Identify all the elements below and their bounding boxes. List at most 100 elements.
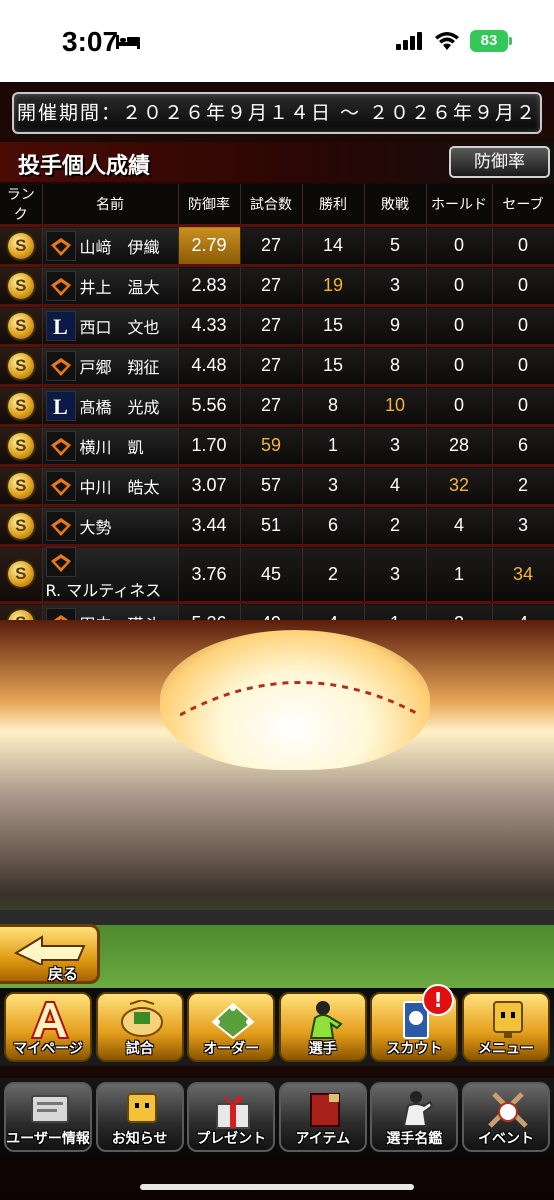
holds-cell: 0: [426, 224, 493, 266]
table-row[interactable]: S R. マルティネス 3.76 45 2 3 1 34: [0, 544, 554, 603]
nav-present-label: プレゼント: [196, 1131, 267, 1147]
home-indicator: [140, 1184, 414, 1190]
nav-present-button[interactable]: プレゼント: [187, 1082, 276, 1152]
holds-cell: 0: [426, 344, 493, 386]
wins-cell: 1: [302, 424, 365, 466]
player-name: 横川 凱: [79, 437, 144, 457]
nav-user-info-label: ユーザー情報: [6, 1131, 90, 1147]
sleep-focus-icon: [116, 35, 140, 49]
losses-cell: 3: [364, 264, 427, 306]
table-row[interactable]: S L 西口 文也 4.33 27 15 9 0 0: [0, 304, 554, 346]
holds-cell: 0: [426, 384, 493, 426]
header-holds[interactable]: ホールド: [426, 184, 493, 226]
losses-cell: 3: [364, 544, 427, 603]
team-giants-logo-icon: [45, 470, 76, 501]
table-row[interactable]: S 中川 皓太 3.07 57 3 4 32 2: [0, 464, 554, 506]
games-cell: 27: [240, 304, 303, 346]
losses-cell: 9: [364, 304, 427, 346]
holds-cell: 1: [426, 544, 493, 603]
saves-cell: 0: [492, 224, 554, 266]
nav-mypage-button[interactable]: マイページ: [4, 992, 92, 1062]
baseball-bats-icon: [488, 1092, 528, 1128]
nav-event-button[interactable]: イベント: [461, 1082, 550, 1152]
mypage-a-icon: [30, 1001, 70, 1039]
header-saves[interactable]: セーブ: [492, 184, 554, 226]
table-row[interactable]: S 山﨑 伊織 2.79 27 14 5 0 0: [0, 224, 554, 266]
news-mascot-icon: [126, 1093, 157, 1123]
saves-cell: 2: [492, 464, 554, 506]
main-nav-bar: マイページ 試合 オーダー 選手 スカウト メニュー: [0, 988, 554, 1066]
team-giants-logo-icon: [45, 547, 76, 577]
rank-badge-icon: S: [7, 512, 34, 539]
table-row[interactable]: S 井上 温大 2.83 27 19 3 0 0: [0, 264, 554, 306]
rank-badge-icon: S: [7, 312, 34, 339]
cellular-signal-icon: [396, 32, 422, 50]
holds-cell: 32: [426, 464, 493, 506]
baseball-seam: [180, 681, 420, 717]
nav-user-info-button[interactable]: ユーザー情報: [4, 1082, 92, 1152]
games-cell: 27: [240, 264, 303, 306]
gift-box-icon: [216, 1096, 251, 1129]
nav-player-button[interactable]: 選手: [278, 992, 367, 1062]
back-button[interactable]: 戻る: [0, 924, 100, 984]
rank-cell: S: [0, 464, 43, 506]
wifi-icon: [435, 32, 459, 50]
player-name: 中川 皓太: [79, 477, 160, 497]
battery-level: 83: [470, 30, 508, 52]
table-row[interactable]: S L 髙橋 光成 5.56 27 8 10 0 0: [0, 384, 554, 426]
player-name-cell: 中川 皓太: [42, 464, 179, 506]
saves-cell: 0: [492, 264, 554, 306]
nav-player-guide-label: 選手名鑑: [386, 1131, 443, 1147]
rank-cell: S: [0, 304, 43, 346]
rank-cell: S: [0, 264, 43, 306]
header-wins[interactable]: 勝利: [302, 184, 365, 226]
games-cell: 51: [240, 504, 303, 546]
player-name: 西口 文也: [79, 317, 160, 337]
era-cell: 5.56: [178, 384, 241, 426]
rank-badge-icon: S: [7, 432, 34, 459]
holds-cell: 4: [426, 504, 493, 546]
table-header-row: ランク 名前 防御率 試合数 勝利 敗戦 ホールド セーブ: [0, 184, 554, 226]
saves-cell: 3: [492, 504, 554, 546]
nav-menu-button[interactable]: メニュー: [461, 992, 550, 1062]
era-cell: 1.70: [178, 424, 241, 466]
games-cell: 57: [240, 464, 303, 506]
wins-cell: 6: [302, 504, 365, 546]
table-row[interactable]: S 横川 凱 1.70 59 1 3 28 6: [0, 424, 554, 466]
losses-cell: 3: [364, 424, 427, 466]
player-name-cell: R. マルティネス: [42, 544, 179, 603]
sort-button[interactable]: 防御率: [449, 146, 550, 178]
pitcher-stats-table: ランク 名前 防御率 試合数 勝利 敗戦 ホールド セーブ S 山﨑 伊織 2.79…: [0, 184, 554, 643]
status-time: 3:07: [62, 26, 119, 57]
header-games[interactable]: 試合数: [240, 184, 303, 226]
holds-cell: 28: [426, 424, 493, 466]
rank-badge-icon: S: [7, 232, 34, 259]
wins-cell: 3: [302, 464, 365, 506]
back-arrow-icon: [13, 935, 86, 965]
player-name-cell: 戸郷 翔征: [42, 344, 179, 386]
games-cell: 45: [240, 544, 303, 603]
losses-cell: 10: [364, 384, 427, 426]
nav-player-label: 選手: [308, 1041, 337, 1057]
losses-cell: 2: [364, 504, 427, 546]
nav-news-button[interactable]: お知らせ: [95, 1082, 184, 1152]
header-losses[interactable]: 敗戦: [364, 184, 427, 226]
era-cell: 4.48: [178, 344, 241, 386]
team-giants-logo-icon: [45, 230, 76, 261]
rank-cell: S: [0, 384, 43, 426]
nav-order-label: オーダー: [203, 1041, 260, 1057]
nav-game-button[interactable]: 試合: [95, 992, 184, 1062]
table-row[interactable]: S 大勢 3.44 51 6 2 4 3: [0, 504, 554, 546]
table-row[interactable]: S 戸郷 翔征 4.48 27 15 8 0 0: [0, 344, 554, 386]
player-name: 井上 温大: [79, 277, 160, 297]
nav-item-button[interactable]: アイテム: [278, 1082, 367, 1152]
sub-nav-bar: ユーザー情報 お知らせ プレゼント アイテム 選手名鑑 イベント: [0, 1078, 554, 1158]
header-era[interactable]: 防御率: [178, 184, 241, 226]
header-rank: ランク: [0, 184, 43, 226]
nav-order-button[interactable]: オーダー: [187, 992, 276, 1062]
nav-player-guide-button[interactable]: 選手名鑑: [370, 1082, 459, 1152]
era-cell: 3.76: [178, 544, 241, 603]
rank-badge-icon: S: [7, 561, 34, 587]
player-name-cell: L 西口 文也: [42, 304, 179, 346]
wins-cell: 19: [302, 264, 365, 306]
